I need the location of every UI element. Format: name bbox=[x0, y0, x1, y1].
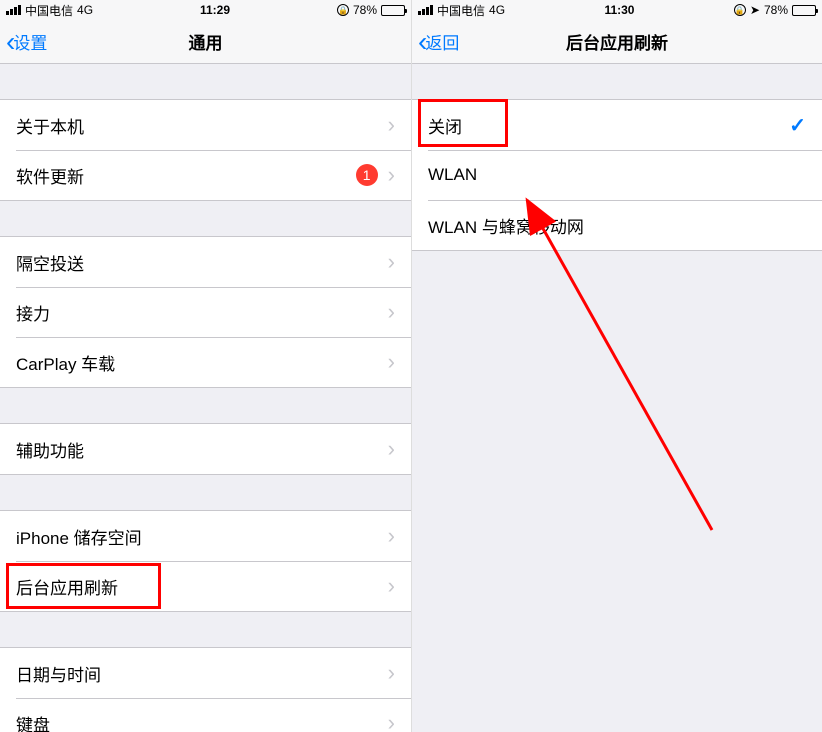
status-time: 11:29 bbox=[200, 3, 230, 17]
screen-background-refresh: 中国电信 4G 11:30 🔒 ➤ 78% ‹ 返回 后台应用刷新 关闭 ✓ W… bbox=[411, 0, 822, 732]
chevron-right-icon: › bbox=[388, 710, 395, 732]
chevron-right-icon: › bbox=[388, 349, 395, 375]
nav-bar: ‹ 返回 后台应用刷新 bbox=[412, 20, 822, 64]
status-bar: 中国电信 4G 11:29 🔒 78% bbox=[0, 0, 411, 20]
carrier-label: 中国电信 bbox=[437, 2, 485, 19]
update-badge: 1 bbox=[356, 164, 378, 186]
cell-background-app-refresh[interactable]: 后台应用刷新 › bbox=[0, 561, 411, 611]
cell-label: CarPlay 车载 bbox=[16, 350, 388, 375]
cell-label: iPhone 储存空间 bbox=[16, 524, 388, 549]
cell-label: 键盘 bbox=[16, 711, 388, 732]
cell-accessibility[interactable]: 辅助功能 › bbox=[0, 424, 411, 474]
chevron-right-icon: › bbox=[388, 112, 395, 138]
cell-iphone-storage[interactable]: iPhone 储存空间 › bbox=[0, 511, 411, 561]
chevron-right-icon: › bbox=[388, 162, 395, 188]
back-label: 设置 bbox=[13, 29, 47, 54]
cell-label: WLAN bbox=[428, 165, 806, 185]
page-title: 通用 bbox=[0, 29, 411, 54]
option-wlan-cellular[interactable]: WLAN 与蜂窝移动网 bbox=[412, 200, 822, 250]
cell-label: 日期与时间 bbox=[16, 661, 388, 686]
list-group-storage: iPhone 储存空间 › 后台应用刷新 › bbox=[0, 510, 411, 612]
cell-label: 辅助功能 bbox=[16, 437, 388, 462]
cell-software-update[interactable]: 软件更新 1 › bbox=[0, 150, 411, 200]
cell-label: 接力 bbox=[16, 300, 388, 325]
nav-bar: ‹ 设置 通用 bbox=[0, 20, 411, 64]
cell-airdrop[interactable]: 隔空投送 › bbox=[0, 237, 411, 287]
cell-label: 软件更新 bbox=[16, 163, 356, 188]
page-title: 后台应用刷新 bbox=[412, 29, 822, 54]
cell-carplay[interactable]: CarPlay 车载 › bbox=[0, 337, 411, 387]
battery-percent: 78% bbox=[764, 3, 788, 17]
status-time: 11:30 bbox=[604, 3, 634, 17]
list-group-accessibility: 辅助功能 › bbox=[0, 423, 411, 475]
list-group-datetime: 日期与时间 › 键盘 › bbox=[0, 647, 411, 732]
battery-icon bbox=[792, 5, 816, 16]
list-group-about: 关于本机 › 软件更新 1 › bbox=[0, 99, 411, 201]
chevron-right-icon: › bbox=[388, 249, 395, 275]
back-button[interactable]: ‹ 返回 bbox=[412, 28, 459, 56]
network-label: 4G bbox=[77, 3, 93, 17]
option-wlan[interactable]: WLAN bbox=[412, 150, 822, 200]
cell-date-time[interactable]: 日期与时间 › bbox=[0, 648, 411, 698]
cell-label: 后台应用刷新 bbox=[16, 574, 388, 599]
signal-icon bbox=[6, 5, 21, 15]
screen-general-settings: 中国电信 4G 11:29 🔒 78% ‹ 设置 通用 关于本机 › 软件更新 … bbox=[0, 0, 411, 732]
rotation-lock-icon: 🔒 bbox=[337, 4, 349, 16]
cell-handoff[interactable]: 接力 › bbox=[0, 287, 411, 337]
cell-about[interactable]: 关于本机 › bbox=[0, 100, 411, 150]
chevron-right-icon: › bbox=[388, 523, 395, 549]
chevron-right-icon: › bbox=[388, 436, 395, 462]
carrier-label: 中国电信 bbox=[25, 2, 73, 19]
back-label: 返回 bbox=[425, 29, 459, 54]
location-icon: ➤ bbox=[750, 3, 760, 17]
cell-label: 隔空投送 bbox=[16, 250, 388, 275]
battery-icon bbox=[381, 5, 405, 16]
network-label: 4G bbox=[489, 3, 505, 17]
rotation-lock-icon: 🔒 bbox=[734, 4, 746, 16]
status-bar: 中国电信 4G 11:30 🔒 ➤ 78% bbox=[412, 0, 822, 20]
option-off[interactable]: 关闭 ✓ bbox=[412, 100, 822, 150]
cell-label: 关于本机 bbox=[16, 113, 388, 138]
cell-label: WLAN 与蜂窝移动网 bbox=[428, 213, 806, 238]
checkmark-icon: ✓ bbox=[789, 113, 806, 138]
list-group-airdrop: 隔空投送 › 接力 › CarPlay 车载 › bbox=[0, 236, 411, 388]
cell-keyboard[interactable]: 键盘 › bbox=[0, 698, 411, 732]
chevron-right-icon: › bbox=[388, 660, 395, 686]
signal-icon bbox=[418, 5, 433, 15]
chevron-right-icon: › bbox=[388, 299, 395, 325]
battery-percent: 78% bbox=[353, 3, 377, 17]
back-button[interactable]: ‹ 设置 bbox=[0, 28, 47, 56]
list-group-options: 关闭 ✓ WLAN WLAN 与蜂窝移动网 bbox=[412, 99, 822, 251]
cell-label: 关闭 bbox=[428, 113, 789, 138]
chevron-right-icon: › bbox=[388, 573, 395, 599]
